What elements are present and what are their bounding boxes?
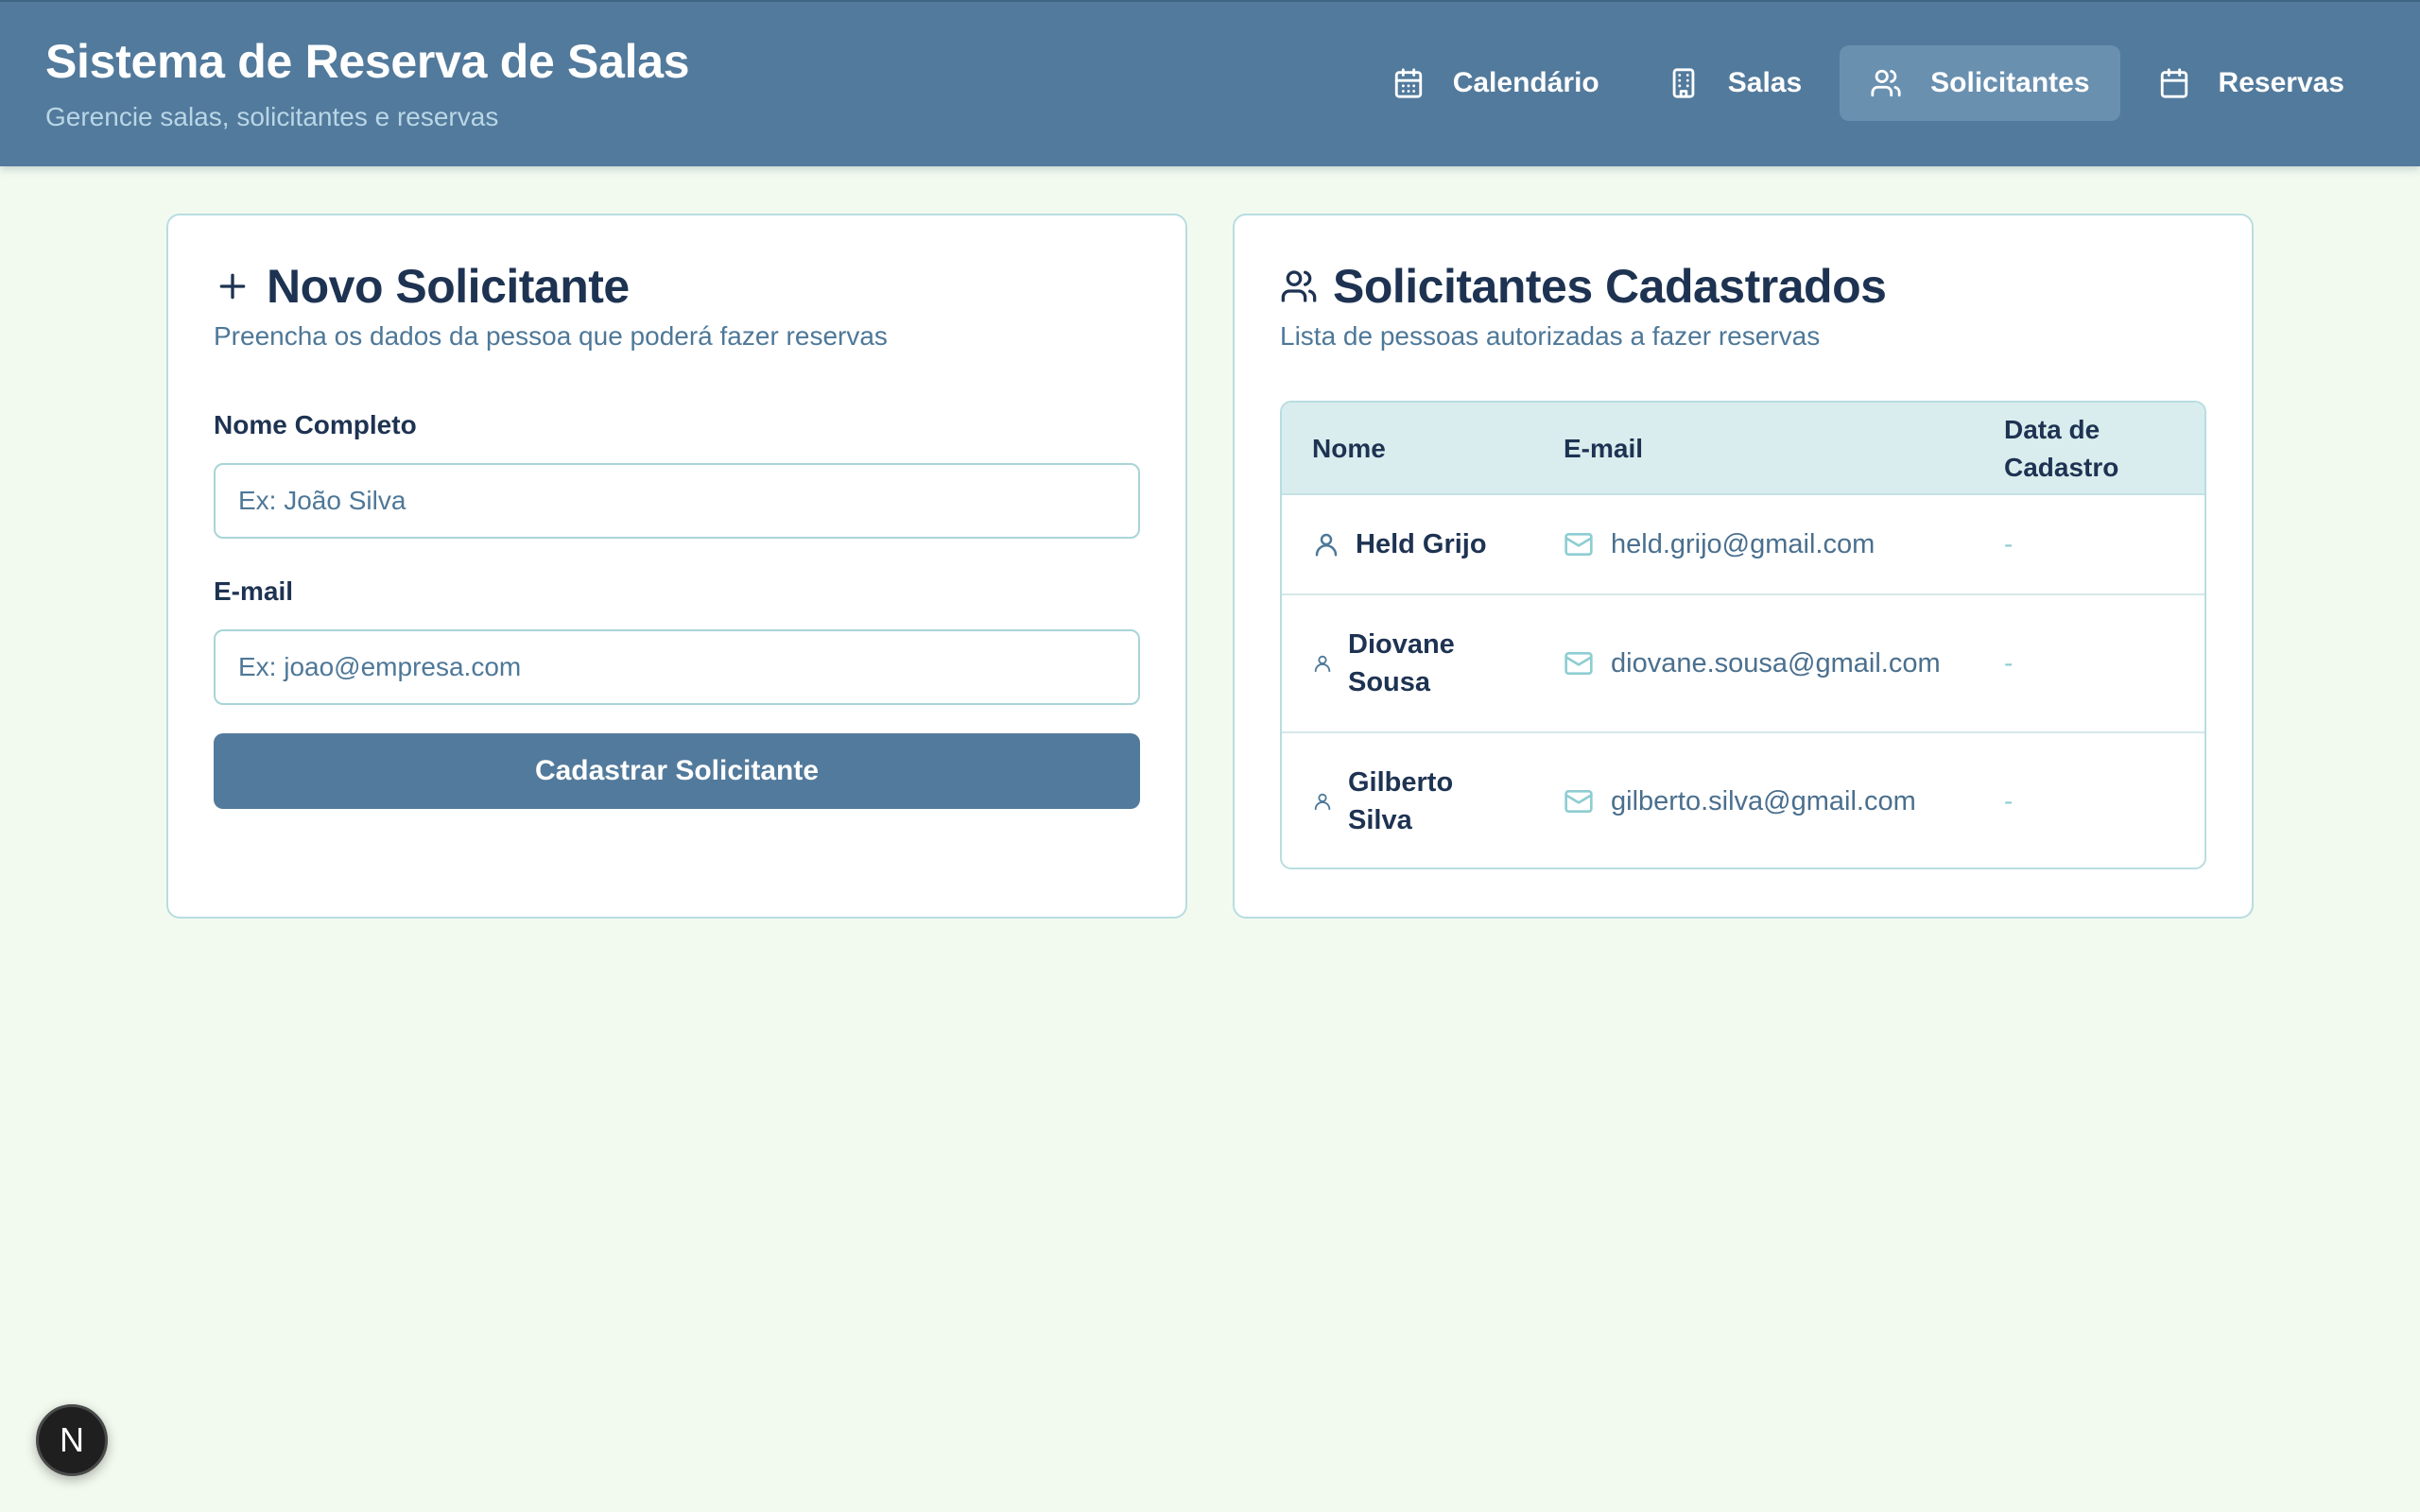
nav-item-label: Salas	[1727, 67, 1803, 98]
column-header-name: Nome	[1312, 434, 1386, 463]
card-title-text: Solicitantes Cadastrados	[1333, 260, 1887, 313]
users-icon	[1281, 270, 1317, 302]
nav-item-solicitantes[interactable]: Solicitantes	[1840, 45, 2120, 121]
requester-date: -	[2004, 648, 2014, 678]
name-label: Nome Completo	[214, 410, 417, 439]
mail-icon	[1564, 790, 1593, 813]
app-header: Sistema de Reserva de Salas Gerencie sal…	[0, 0, 2420, 166]
app-title: Sistema de Reserva de Salas	[45, 35, 690, 88]
table-row: Held Grijo held.grijo@gmail.com -	[1282, 495, 2204, 595]
badge-label: N	[60, 1420, 84, 1459]
calendar-icon	[1394, 68, 1422, 98]
nav-item-reservas[interactable]: Reservas	[2128, 45, 2375, 121]
users-icon	[1871, 69, 1901, 97]
new-requester-card: Novo Solicitante Preencha os dados da pe…	[166, 214, 1187, 919]
mail-icon	[1564, 533, 1593, 556]
column-header-date: Data de Cadastro	[2004, 415, 2119, 482]
user-icon	[1314, 793, 1331, 811]
requester-date: -	[2004, 529, 2014, 558]
card-title: Solicitantes Cadastrados	[1280, 259, 1887, 314]
submit-requester-button[interactable]: Cadastrar Solicitante	[214, 733, 1140, 809]
calendar-icon	[2160, 68, 2187, 98]
user-icon	[1315, 533, 1338, 557]
requester-name: Gilberto Silva	[1348, 767, 1454, 835]
card-description: Lista de pessoas autorizadas a fazer res…	[1280, 321, 1821, 351]
email-input[interactable]	[214, 629, 1140, 705]
nav-item-label: Reservas	[2218, 67, 2344, 98]
requesters-list-card: Solicitantes Cadastrados Lista de pessoa…	[1233, 214, 2254, 919]
requester-name: Diovane Sousa	[1348, 629, 1455, 697]
next-dev-badge[interactable]: N	[36, 1404, 108, 1476]
main-nav: Calendário Salas Solicitantes Reservas	[1362, 45, 2375, 121]
requesters-table: Nome E-mail Data de Cadastro Held Grijo …	[1280, 401, 2206, 869]
mail-icon	[1564, 652, 1593, 675]
name-input[interactable]	[214, 463, 1140, 539]
requester-email: held.grijo@gmail.com	[1611, 528, 1876, 559]
nav-item-label: Calendário	[1452, 67, 1599, 98]
user-icon	[1314, 655, 1331, 673]
building-icon	[1672, 68, 1695, 98]
table-header: Nome E-mail Data de Cadastro	[1282, 403, 2204, 495]
requester-email: gilberto.silva@gmail.com	[1611, 785, 1916, 816]
card-description: Preencha os dados da pessoa que poderá f…	[214, 321, 888, 351]
email-label: E-mail	[214, 576, 294, 606]
card-title: Novo Solicitante	[214, 259, 630, 314]
plus-icon	[219, 273, 246, 300]
requester-name: Held Grijo	[1356, 529, 1487, 559]
table-row: Gilberto Silva gilberto.silva@gmail.com …	[1282, 733, 2204, 868]
app-subtitle: Gerencie salas, solicitantes e reservas	[45, 102, 499, 131]
nav-item-label: Solicitantes	[1930, 67, 2090, 98]
nav-item-calendario[interactable]: Calendário	[1362, 45, 1630, 121]
requester-date: -	[2004, 786, 2014, 816]
nav-item-salas[interactable]: Salas	[1637, 45, 1832, 121]
requester-email: diovane.sousa@gmail.com	[1611, 647, 1941, 679]
column-header-email: E-mail	[1564, 434, 1644, 463]
table-row: Diovane Sousa diovane.sousa@gmail.com -	[1282, 595, 2204, 733]
card-title-text: Novo Solicitante	[267, 260, 630, 313]
